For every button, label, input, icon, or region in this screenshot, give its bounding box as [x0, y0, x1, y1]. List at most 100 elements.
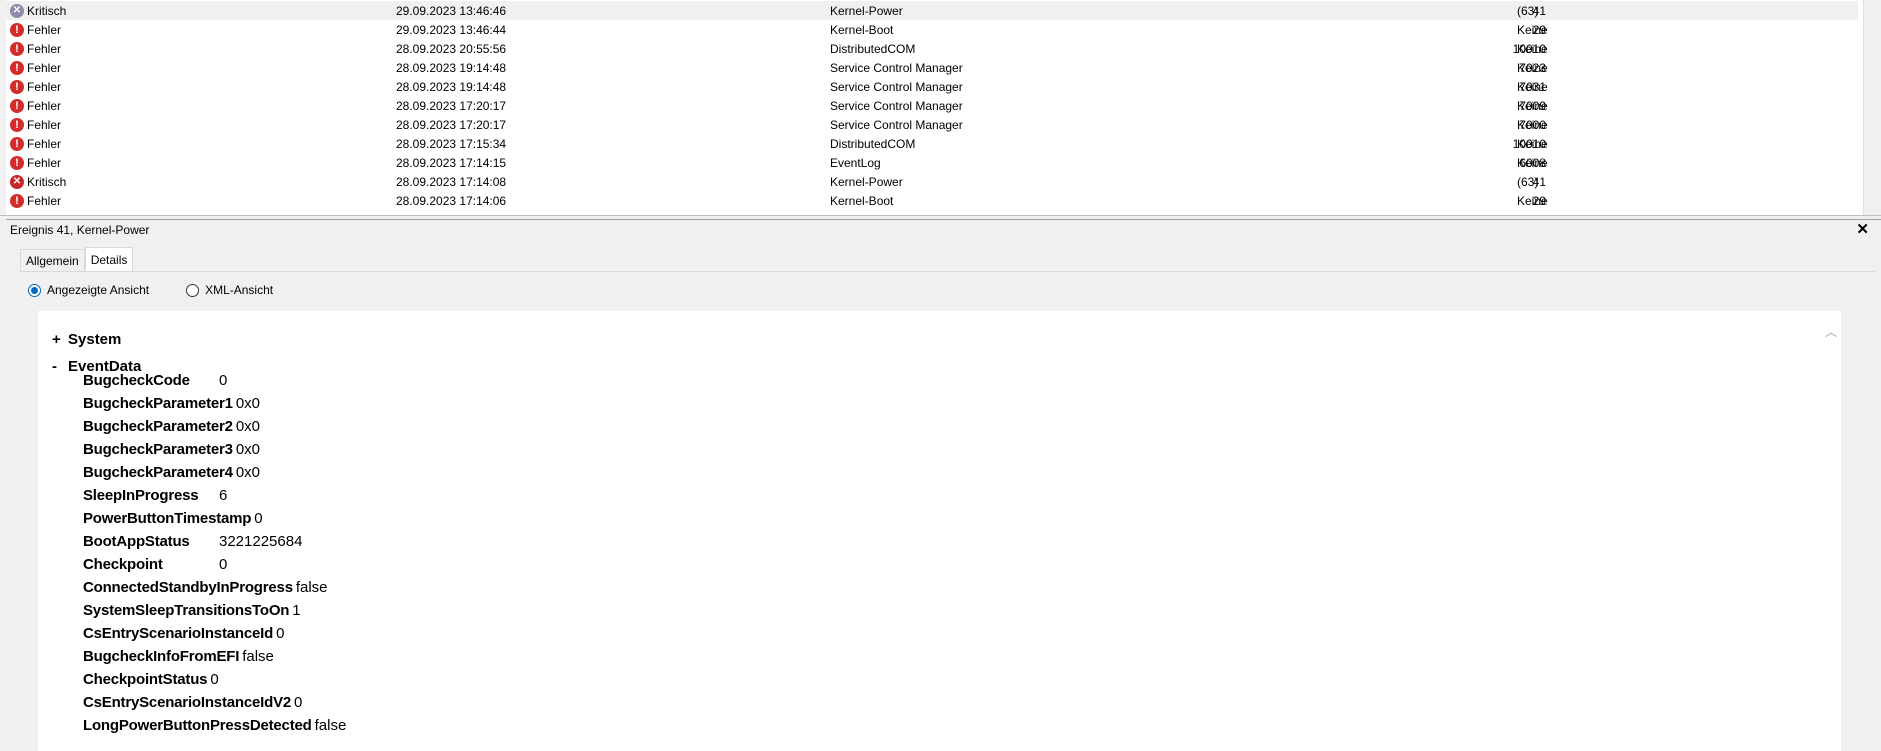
- source-cell: EventLog: [830, 155, 881, 170]
- event-data-row: CsEntryScenarioInstanceId 0: [83, 623, 284, 643]
- radio-xml-view-label[interactable]: XML-Ansicht: [205, 283, 273, 297]
- table-row[interactable]: ! Fehler 28.09.2023 17:20:17 Service Contro…: [6, 96, 1858, 115]
- level-label: Kritisch: [27, 3, 67, 18]
- event-data-key: Checkpoint: [83, 555, 163, 573]
- node-label: System: [68, 331, 122, 348]
- event-data-key: LongPowerButtonPressDetected: [83, 716, 312, 734]
- event-data-value: 0: [210, 670, 219, 688]
- error-icon: !: [10, 136, 24, 151]
- event-data-key: SleepInProgress: [83, 486, 199, 504]
- collapse-toggle[interactable]: -: [52, 358, 68, 375]
- level-cell: ! Fehler: [10, 155, 61, 170]
- table-row[interactable]: ! Fehler 29.09.2023 13:46:44 Kernel-Boot 29 K…: [6, 20, 1858, 39]
- table-row[interactable]: ! Fehler 28.09.2023 17:15:34 DistributedCOM…: [6, 134, 1858, 153]
- event-data-key: BugcheckParameter3: [83, 440, 233, 458]
- task-category-cell: Keine: [1517, 98, 1548, 113]
- details-view[interactable]: + System - EventData ︿ BugcheckCode 0 Bugc…: [38, 311, 1841, 751]
- event-data-key: BugcheckParameter2: [83, 417, 233, 435]
- event-data-value: 0x0: [235, 417, 261, 435]
- table-row[interactable]: ! Fehler 28.09.2023 20:55:56 DistributedCOM…: [6, 39, 1858, 58]
- level-label: Fehler: [27, 98, 62, 113]
- date-cell: 28.09.2023 20:55:56: [396, 41, 507, 56]
- level-label: Fehler: [27, 79, 62, 94]
- event-data-key: BugcheckParameter1: [83, 394, 233, 412]
- level-cell: ! Fehler: [10, 136, 62, 151]
- tab-allgemein[interactable]: Allgemein: [20, 249, 85, 271]
- event-data-row: BootAppStatus 3221225684: [83, 531, 302, 551]
- task-category-cell: Keine: [1517, 193, 1548, 208]
- event-data-value: 0: [294, 693, 303, 711]
- view-options: Angezeigte Ansicht XML-Ansicht: [28, 283, 273, 297]
- radio-displayed-view[interactable]: [28, 283, 41, 297]
- critical-icon: ✕: [10, 174, 24, 189]
- critical-icon: ✕: [10, 3, 24, 18]
- event-data-value: 0x0: [235, 440, 261, 458]
- event-data-key: BugcheckCode: [83, 371, 190, 389]
- node-system[interactable]: + System: [52, 331, 121, 348]
- date-cell: 28.09.2023 19:14:48: [396, 60, 507, 75]
- event-data-value: 0x0: [235, 394, 261, 412]
- task-category-cell: (63): [1517, 174, 1539, 189]
- level-cell: ✕ Kritisch: [10, 174, 67, 189]
- event-data-row: BugcheckParameter3 0x0: [83, 439, 260, 459]
- table-row[interactable]: ! Fehler 28.09.2023 17:14:06 Kernel-Boot 29 K…: [6, 191, 1858, 210]
- level-label: Kritisch: [27, 174, 67, 189]
- event-list-scrollbar[interactable]: [1863, 0, 1880, 215]
- table-row[interactable]: ! Fehler 28.09.2023 17:20:17 Service Contro…: [6, 115, 1858, 134]
- event-data-value: 0: [219, 555, 228, 573]
- expand-toggle[interactable]: +: [52, 331, 68, 348]
- radio-displayed-view-label[interactable]: Angezeigte Ansicht: [47, 283, 149, 297]
- close-icon[interactable]: ✕: [1856, 221, 1869, 238]
- event-list[interactable]: ✕ Kritisch 29.09.2023 13:46:46 Kernel-Power…: [0, 0, 1881, 215]
- table-row[interactable]: ✕ Kritisch 29.09.2023 13:46:46 Kernel-Power…: [6, 1, 1858, 20]
- error-icon: !: [10, 117, 24, 132]
- event-data-key: ConnectedStandbyInProgress: [83, 578, 293, 596]
- event-data-value: 0: [254, 509, 263, 527]
- event-data-value: false: [295, 578, 328, 596]
- details-header: Ereignis 41, Kernel-Power ✕: [6, 219, 1881, 239]
- source-cell: Service Control Manager: [830, 117, 963, 132]
- event-data-value: 0: [219, 371, 228, 389]
- event-data-row: BugcheckParameter1 0x0: [83, 393, 260, 413]
- date-cell: 28.09.2023 17:20:17: [396, 117, 507, 132]
- event-data-key: CheckpointStatus: [83, 670, 208, 688]
- event-data-row: CsEntryScenarioInstanceIdV2 0: [83, 692, 302, 712]
- task-category-cell: Keine: [1517, 136, 1548, 151]
- source-cell: Kernel-Boot: [830, 22, 894, 37]
- event-data-key: BugcheckParameter4: [83, 463, 233, 481]
- source-cell: Service Control Manager: [830, 98, 963, 113]
- source-cell: Service Control Manager: [830, 60, 963, 75]
- details-title: Ereignis 41, Kernel-Power: [10, 222, 150, 237]
- level-cell: ! Fehler: [10, 22, 62, 37]
- details-scrollbar[interactable]: ︿: [1821, 311, 1841, 751]
- source-cell: Kernel-Power: [830, 174, 903, 189]
- event-data-value: 0x0: [235, 463, 261, 481]
- event-data-row: BugcheckCode 0: [83, 370, 227, 390]
- level-cell: ! Fehler: [10, 117, 61, 132]
- table-row[interactable]: ! Fehler 28.09.2023 19:14:48 Service Contro…: [6, 77, 1858, 96]
- level-label: Fehler: [27, 22, 62, 37]
- event-data-value: false: [242, 647, 274, 665]
- radio-xml-view[interactable]: [186, 283, 200, 297]
- table-row[interactable]: ✕ Kritisch 28.09.2023 17:14:08 Kernel-Power…: [6, 172, 1858, 191]
- date-cell: 28.09.2023 17:14:08: [396, 174, 507, 189]
- error-icon: !: [10, 193, 24, 208]
- source-cell: Kernel-Boot: [830, 193, 894, 208]
- chevron-up-icon[interactable]: ︿: [1825, 323, 1837, 340]
- error-icon: !: [10, 79, 24, 94]
- event-data-value: false: [314, 716, 347, 734]
- table-row[interactable]: ! Fehler 28.09.2023 19:14:48 Service Contro…: [6, 58, 1858, 77]
- event-details-pane: Ereignis 41, Kernel-Power ✕ Allgemein De…: [0, 219, 1881, 751]
- task-category-cell: Keine: [1517, 79, 1548, 94]
- error-icon: !: [10, 155, 24, 170]
- task-category-cell: Keine: [1517, 22, 1548, 37]
- source-cell: Kernel-Power: [830, 3, 903, 18]
- level-label: Fehler: [27, 136, 62, 151]
- source-cell: DistributedCOM: [830, 41, 916, 56]
- table-row[interactable]: ! Fehler 28.09.2023 17:14:15 EventLog 6008 Ke…: [6, 153, 1858, 172]
- level-cell: ! Fehler: [10, 98, 62, 113]
- tab-details[interactable]: Details: [84, 247, 134, 271]
- task-category-cell: Keine: [1517, 41, 1548, 56]
- event-data-value: 6: [219, 486, 228, 504]
- level-label: Fehler: [27, 193, 62, 208]
